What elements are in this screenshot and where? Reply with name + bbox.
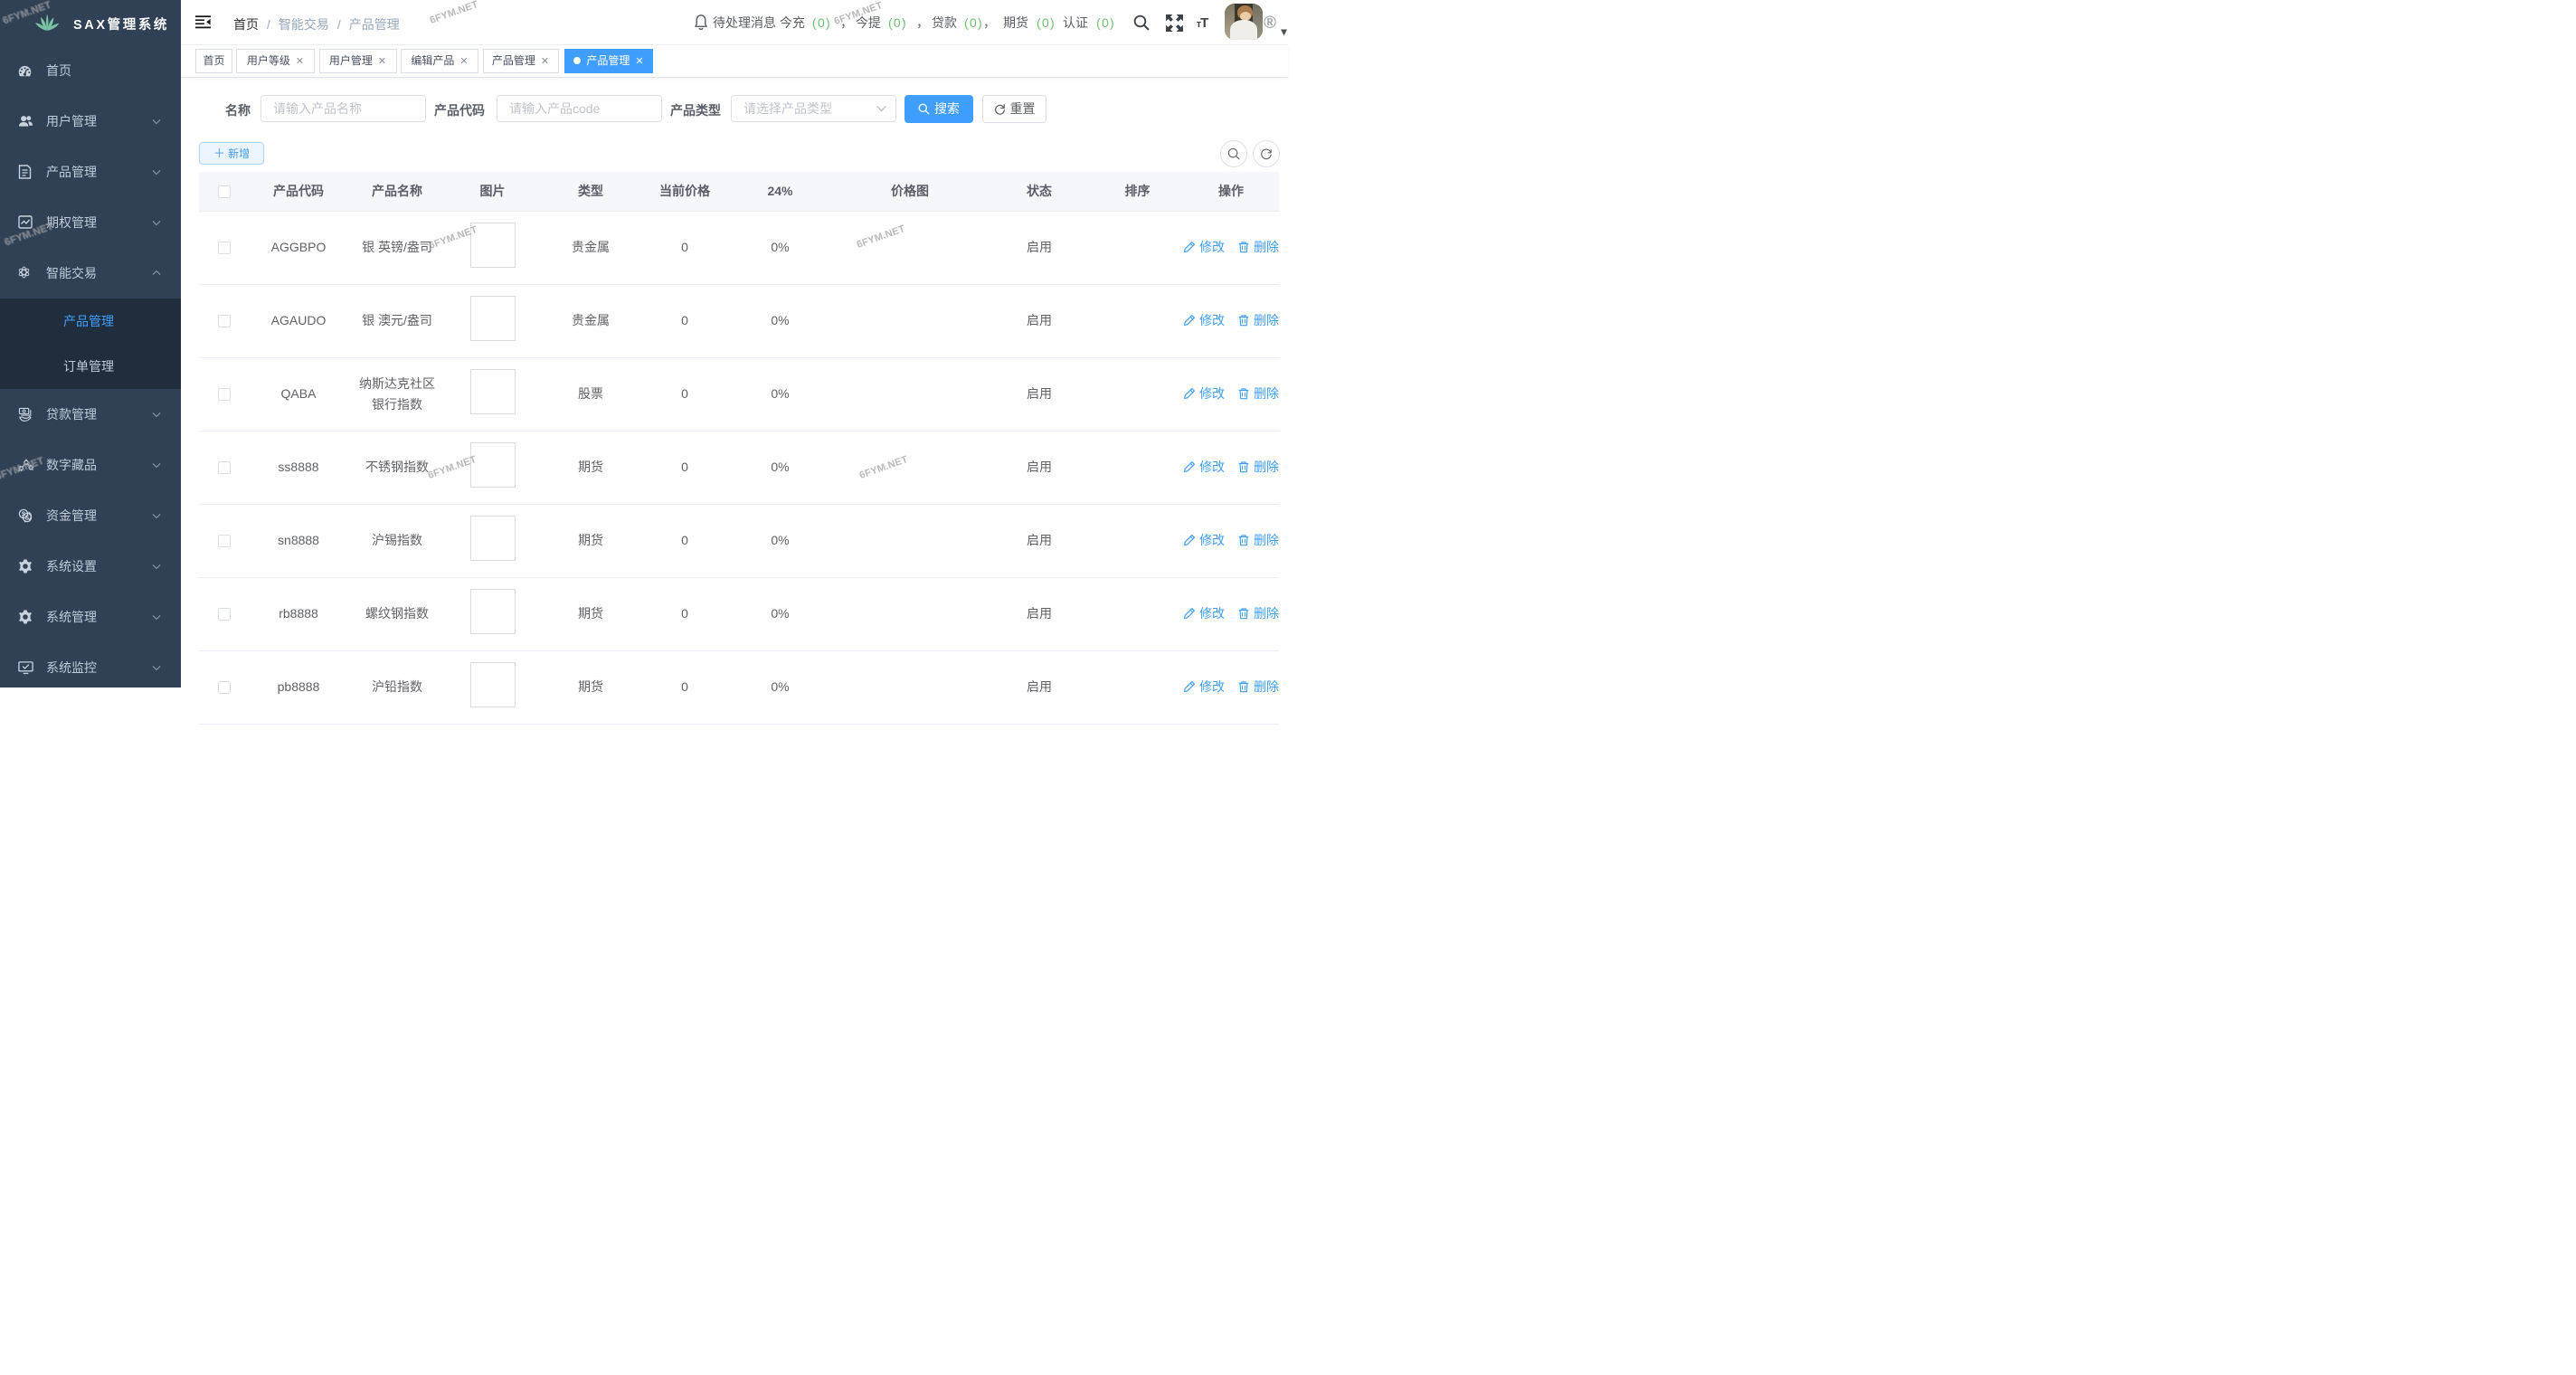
svg-text:$: $ (25, 514, 30, 522)
